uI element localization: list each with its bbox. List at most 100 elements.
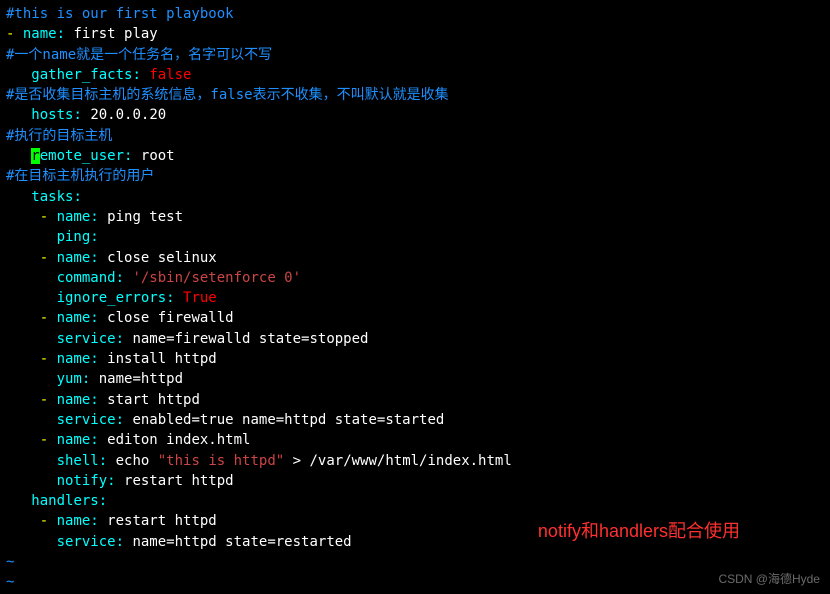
watermark-text: CSDN @海德Hyde <box>718 571 820 588</box>
yaml-key: notify <box>57 473 108 489</box>
yaml-key: service <box>57 534 116 550</box>
colon: : <box>73 189 81 205</box>
indent <box>6 270 57 286</box>
yaml-key: ping <box>57 229 91 245</box>
yaml-value: install httpd <box>107 351 217 367</box>
colon: : <box>73 107 90 123</box>
yaml-value: restart httpd <box>107 513 217 529</box>
colon: : <box>90 392 107 408</box>
colon: : <box>107 473 124 489</box>
yaml-value: 20.0.0.20 <box>90 107 166 123</box>
colon: : <box>90 351 107 367</box>
yaml-key: name <box>23 26 57 42</box>
yaml-key: tasks <box>31 189 73 205</box>
yaml-key: name <box>57 392 91 408</box>
yaml-key: emote_user <box>40 148 124 164</box>
colon: : <box>90 229 98 245</box>
indent <box>6 493 31 509</box>
yaml-value: enabled=true name=httpd state=started <box>132 412 444 428</box>
dash: - <box>40 209 57 225</box>
dash: - <box>6 26 23 42</box>
yaml-key: shell <box>57 453 99 469</box>
dash: - <box>40 250 57 266</box>
colon: : <box>116 270 133 286</box>
yaml-value: name=httpd <box>99 371 183 387</box>
yaml-value: close selinux <box>107 250 217 266</box>
colon: : <box>57 26 74 42</box>
empty-line-tilde: ~ <box>6 554 14 570</box>
yaml-value: ping test <box>107 209 183 225</box>
yaml-value: editon index.html <box>107 432 250 448</box>
yaml-value: restart httpd <box>124 473 234 489</box>
dash: - <box>40 513 57 529</box>
yaml-key: hosts <box>31 107 73 123</box>
colon: : <box>90 432 107 448</box>
yaml-key: service <box>57 331 116 347</box>
yaml-key: service <box>57 412 116 428</box>
yaml-key: handlers <box>31 493 98 509</box>
indent <box>6 331 57 347</box>
colon: : <box>166 290 183 306</box>
indent <box>6 513 40 529</box>
indent <box>6 473 57 489</box>
yaml-value: True <box>183 290 217 306</box>
indent <box>6 310 40 326</box>
yaml-value: echo <box>116 453 158 469</box>
yaml-key: name <box>57 209 91 225</box>
cursor: r <box>31 148 39 164</box>
yaml-key: yum <box>57 371 82 387</box>
yaml-key: name <box>57 351 91 367</box>
indent <box>6 290 57 306</box>
yaml-key: name <box>57 432 91 448</box>
indent <box>6 392 40 408</box>
yaml-value: > /var/www/html/index.html <box>284 453 512 469</box>
yaml-key: name <box>57 250 91 266</box>
colon: : <box>99 493 107 509</box>
indent <box>6 250 40 266</box>
colon: : <box>90 209 107 225</box>
colon: : <box>82 371 99 387</box>
annotation-text: notify和handlers配合使用 <box>538 518 740 544</box>
yaml-value: name=firewalld state=stopped <box>132 331 368 347</box>
comment-line: #在目标主机执行的用户 <box>6 168 154 184</box>
indent <box>6 189 31 205</box>
colon: : <box>124 148 141 164</box>
empty-line-tilde: ~ <box>6 574 14 590</box>
indent <box>6 534 57 550</box>
yaml-value: close firewalld <box>107 310 233 326</box>
comment-line: #是否收集目标主机的系统信息，false表示不收集，不叫默认就是收集 <box>6 87 449 103</box>
yaml-value: name=httpd state=restarted <box>132 534 351 550</box>
yaml-key: command <box>57 270 116 286</box>
comment-line: #this is our first playbook <box>6 6 234 22</box>
indent <box>6 209 40 225</box>
colon: : <box>90 513 107 529</box>
colon: : <box>116 534 133 550</box>
indent <box>6 453 57 469</box>
colon: : <box>99 453 116 469</box>
dash: - <box>40 310 57 326</box>
indent <box>6 371 57 387</box>
colon: : <box>132 67 149 83</box>
indent <box>6 351 40 367</box>
indent <box>6 148 31 164</box>
yaml-value: first play <box>73 26 157 42</box>
indent <box>6 432 40 448</box>
colon: : <box>116 331 133 347</box>
comment-line: #执行的目标主机 <box>6 128 112 144</box>
yaml-value: root <box>141 148 175 164</box>
yaml-key: ignore_errors <box>57 290 167 306</box>
indent <box>6 107 31 123</box>
editor-content[interactable]: #this is our first playbook - name: firs… <box>6 4 824 593</box>
indent <box>6 412 57 428</box>
yaml-key: gather_facts <box>31 67 132 83</box>
dash: - <box>40 432 57 448</box>
yaml-key: name <box>57 513 91 529</box>
indent <box>6 67 31 83</box>
string-literal: "this is httpd" <box>158 453 284 469</box>
comment-line: #一个name就是一个任务名，名字可以不写 <box>6 47 272 63</box>
dash: - <box>40 392 57 408</box>
indent <box>6 229 57 245</box>
yaml-value: false <box>149 67 191 83</box>
yaml-key: name <box>57 310 91 326</box>
yaml-value: '/sbin/setenforce 0' <box>132 270 301 286</box>
